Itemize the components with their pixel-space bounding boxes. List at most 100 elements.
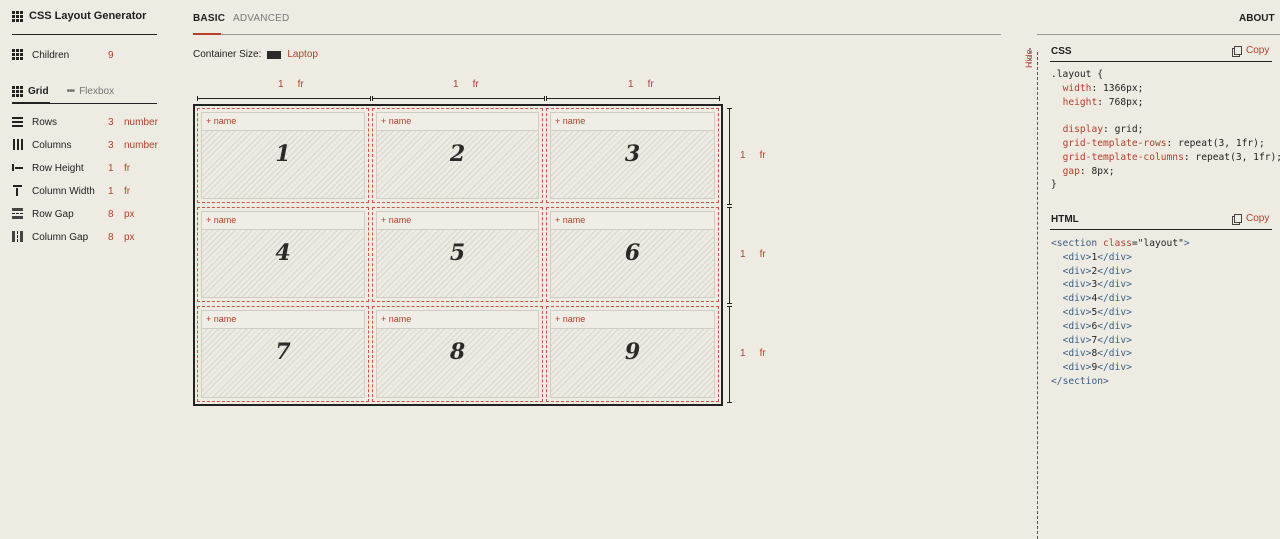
- row-gap-control[interactable]: Row Gap 8 px: [12, 208, 162, 220]
- column-gap-control[interactable]: Column Gap 8 px: [12, 231, 162, 243]
- column-width-label: Column Width: [32, 185, 95, 197]
- cell-name-button[interactable]: + name: [202, 311, 364, 329]
- cell-number: 6: [624, 240, 641, 266]
- css-copy-label: Copy: [1246, 45, 1270, 56]
- column-gap-icon: [12, 231, 24, 243]
- column-ruler-3: [546, 96, 720, 101]
- cell-number: 2: [449, 141, 466, 167]
- cell-name-button[interactable]: + name: [377, 311, 538, 329]
- columns-value[interactable]: 3: [108, 140, 124, 151]
- row-gap-label: Row Gap: [32, 208, 74, 220]
- cell-number: 4: [275, 240, 291, 266]
- tab-flexbox[interactable]: ••• Flexbox: [67, 86, 115, 97]
- container-size-value[interactable]: Laptop: [287, 49, 318, 60]
- laptop-icon: [267, 50, 282, 59]
- cell-name-button[interactable]: + name: [551, 311, 714, 329]
- tab-grid[interactable]: Grid: [12, 86, 49, 97]
- cell-name-button[interactable]: + name: [551, 212, 714, 230]
- tab-flexbox-label: Flexbox: [79, 86, 115, 97]
- cell-name-button[interactable]: + name: [551, 113, 714, 131]
- about-link[interactable]: ABOUT: [1239, 13, 1275, 24]
- children-icon: [12, 49, 24, 61]
- rows-unit[interactable]: number: [124, 117, 158, 128]
- row-size-2[interactable]: 1 fr: [740, 249, 766, 260]
- row-height-value[interactable]: 1: [108, 163, 124, 174]
- cell-name-button[interactable]: + name: [202, 113, 364, 131]
- tab-basic-underline: [193, 33, 221, 35]
- row-size-1[interactable]: 1 fr: [740, 150, 766, 161]
- column-size-1[interactable]: 1 fr: [278, 79, 304, 90]
- cell-number: 7: [275, 339, 291, 365]
- column-gap-unit[interactable]: px: [124, 232, 135, 243]
- row-height-control[interactable]: Row Height 1 fr: [12, 162, 162, 174]
- grid-cell-6[interactable]: + name 6: [546, 207, 719, 302]
- cell-name-button[interactable]: + name: [202, 212, 364, 230]
- drag-handle-icon[interactable]: [1029, 48, 1033, 64]
- row-ruler-2: [727, 207, 732, 304]
- app-title-text: CSS Layout Generator: [29, 10, 147, 22]
- tab-basic[interactable]: BASIC: [193, 13, 225, 24]
- grid-cell-4[interactable]: + name 4: [197, 207, 369, 302]
- row-size-3[interactable]: 1 fr: [740, 348, 766, 359]
- dots-icon: •••: [66, 86, 75, 97]
- copy-icon: [1232, 45, 1242, 57]
- column-width-unit[interactable]: fr: [124, 186, 130, 197]
- grid-cell-5[interactable]: + name 5: [372, 207, 543, 302]
- css-copy-button[interactable]: Copy: [1232, 45, 1270, 57]
- row-height-unit[interactable]: fr: [124, 163, 130, 174]
- grid-cell-9[interactable]: + name 9: [546, 306, 719, 402]
- container-size-label: Container Size:: [193, 49, 262, 60]
- column-width-control[interactable]: Column Width 1 fr: [12, 185, 162, 197]
- column-ruler-2: [372, 96, 545, 101]
- rows-value[interactable]: 3: [108, 117, 124, 128]
- grid-cell-3[interactable]: + name 3: [546, 108, 719, 203]
- rows-icon: [12, 116, 24, 128]
- tab-grid-label: Grid: [28, 86, 49, 97]
- column-size-2[interactable]: 1 fr: [453, 79, 479, 90]
- column-gap-value[interactable]: 8: [108, 232, 124, 243]
- html-code-block[interactable]: <section class="layout"> <div>1</div> <d…: [1051, 237, 1190, 389]
- rows-control[interactable]: Rows 3 number: [12, 116, 162, 128]
- copy-icon: [1232, 213, 1242, 225]
- columns-unit[interactable]: number: [124, 140, 158, 151]
- children-control[interactable]: Children 9: [12, 49, 162, 61]
- row-height-icon: [12, 162, 24, 174]
- columns-control[interactable]: Columns 3 number: [12, 139, 162, 151]
- columns-icon: [12, 139, 24, 151]
- column-width-icon: [12, 185, 24, 197]
- row-ruler-3: [727, 306, 732, 403]
- children-value[interactable]: 9: [108, 50, 124, 61]
- row-gap-icon: [12, 208, 24, 220]
- layout-mode-tabs: Grid ••• Flexbox: [12, 86, 114, 97]
- rows-label: Rows: [32, 116, 58, 128]
- cell-number: 3: [624, 141, 641, 167]
- column-gap-label: Column Gap: [32, 231, 89, 243]
- sidebar-title-divider: [12, 34, 157, 35]
- row-gap-value[interactable]: 8: [108, 209, 124, 220]
- row-gap-unit[interactable]: px: [124, 209, 135, 220]
- cell-number: 9: [624, 339, 641, 365]
- grid-cell-1[interactable]: + name 1: [197, 108, 369, 203]
- grid-cell-2[interactable]: + name 2: [372, 108, 543, 203]
- grid-cell-8[interactable]: + name 8: [372, 306, 543, 402]
- html-copy-button[interactable]: Copy: [1232, 213, 1270, 225]
- html-copy-label: Copy: [1246, 213, 1270, 224]
- columns-label: Columns: [32, 139, 72, 151]
- cell-name-button[interactable]: + name: [377, 212, 538, 230]
- column-size-3[interactable]: 1 fr: [628, 79, 654, 90]
- about-divider: [1037, 34, 1280, 35]
- row-height-label: Row Height: [32, 162, 84, 174]
- html-panel-title: HTML: [1051, 214, 1079, 225]
- panel-divider: [1037, 52, 1038, 539]
- grid-cell-7[interactable]: + name 7: [197, 306, 369, 402]
- main-tabs-divider: [193, 34, 1001, 35]
- css-code-block[interactable]: .layout { width: 1366px; height: 768px; …: [1051, 68, 1280, 192]
- app-title: CSS Layout Generator: [12, 10, 146, 22]
- css-panel-divider: [1050, 61, 1272, 62]
- column-ruler-1: [197, 96, 371, 101]
- grid-icon: [12, 86, 23, 97]
- column-width-value[interactable]: 1: [108, 186, 124, 197]
- tab-advanced[interactable]: ADVANCED: [233, 13, 289, 24]
- children-label: Children: [32, 49, 70, 61]
- cell-name-button[interactable]: + name: [377, 113, 538, 131]
